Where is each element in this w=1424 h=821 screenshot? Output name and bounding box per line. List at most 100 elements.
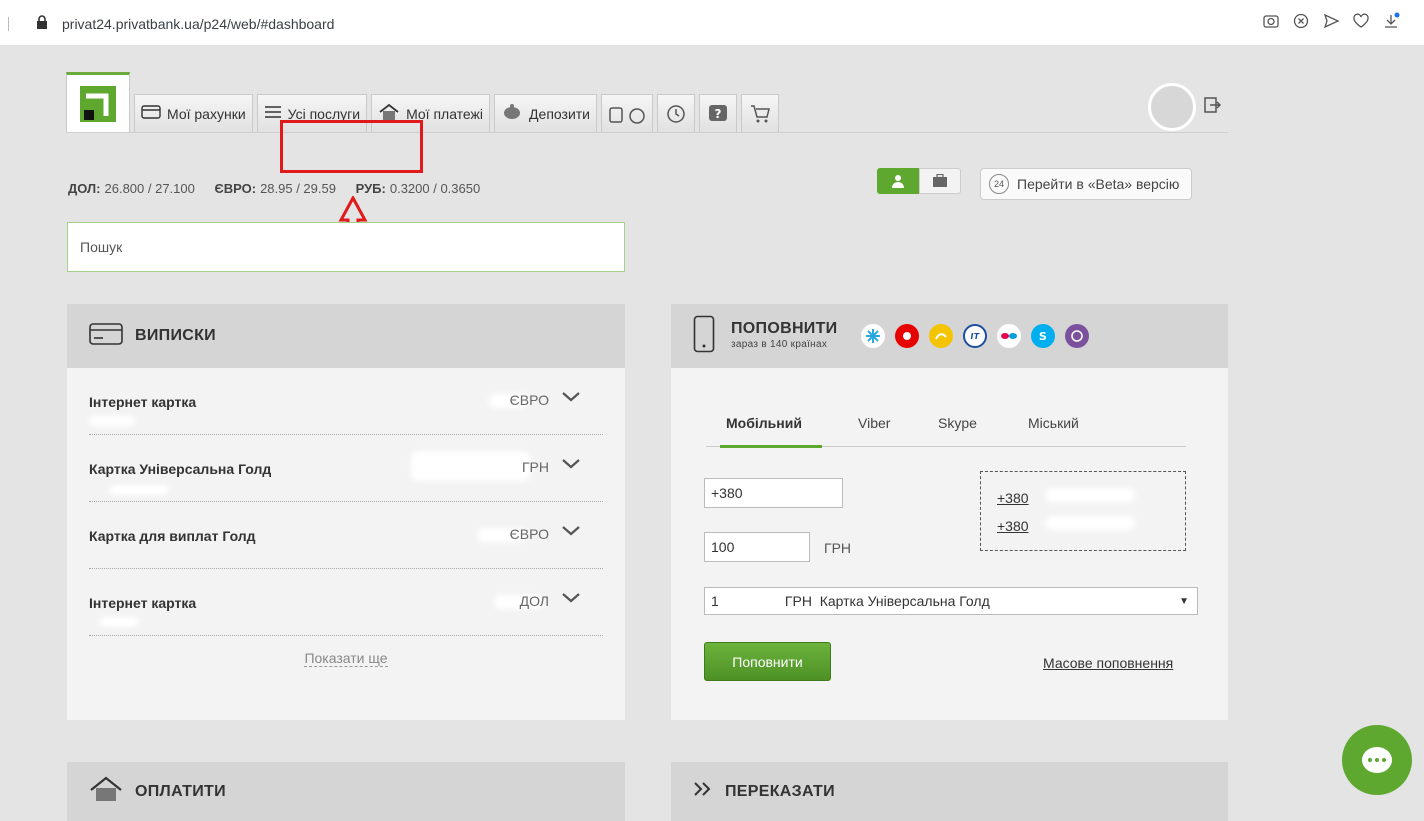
url-text[interactable]: privat24.privatbank.ua/p24/web/#dashboar… <box>62 16 334 32</box>
logout-icon[interactable] <box>1203 96 1222 119</box>
privatbank-logo-tab[interactable] <box>66 72 130 132</box>
pay-panel: ОПЛАТИТИ <box>67 762 625 821</box>
tab-landline[interactable]: Міський <box>1028 415 1079 431</box>
send-icon[interactable] <box>1322 12 1342 32</box>
tab-my-accounts[interactable]: Мої рахунки <box>134 94 253 132</box>
chevron-down-icon[interactable] <box>561 524 581 542</box>
statements-header: ВИПИСКИ <box>67 304 625 368</box>
phone-input[interactable] <box>704 478 843 508</box>
chevron-down-icon[interactable] <box>561 591 581 609</box>
piggy-bank-icon <box>501 103 523 124</box>
account-currency: ГРН <box>521 459 549 475</box>
browser-address-bar: privat24.privatbank.ua/p24/web/#dashboar… <box>0 0 1424 46</box>
pay-header[interactable]: ОПЛАТИТИ <box>67 762 625 821</box>
account-row[interactable]: Картка Універсальна Голд ГРН <box>89 435 603 502</box>
account-type-toggle[interactable] <box>877 168 961 194</box>
account-currency: ДОЛ <box>519 593 549 609</box>
redacted-area <box>1045 516 1135 530</box>
svg-text:?: ? <box>715 107 722 121</box>
account-name: Інтернет картка <box>89 394 197 410</box>
recent-number-link[interactable]: +380 <box>997 518 1029 534</box>
account-row[interactable]: Інтернет картка ДОЛ <box>89 569 603 636</box>
pay-title: ОПЛАТИТИ <box>135 782 226 800</box>
annotation-highlight-box <box>280 120 423 173</box>
rub-rate: 0.3200 / 0.3650 <box>389 181 481 196</box>
business-icon[interactable] <box>919 168 961 194</box>
recent-number-link[interactable]: +380 <box>997 490 1029 506</box>
divider <box>66 132 1228 133</box>
travel-icon[interactable] <box>601 94 653 132</box>
chat-button[interactable] <box>1342 725 1412 795</box>
recent-numbers-box: +380 +380 <box>980 471 1186 551</box>
divider <box>8 17 9 31</box>
tab-mobile[interactable]: Мобільний <box>720 415 822 448</box>
tab-deposits[interactable]: Депозити <box>494 94 597 132</box>
chevron-down-icon[interactable] <box>561 457 581 475</box>
history-icon[interactable] <box>657 94 695 132</box>
skype-logo-icon[interactable]: S <box>1031 324 1056 348</box>
rub-label: РУБ: <box>355 181 386 196</box>
account-name: Картка для виплат Голд <box>89 528 256 544</box>
card-select[interactable]: 1 ГРН Картка Універсальна Голд ▼ <box>704 587 1198 615</box>
personal-icon[interactable] <box>877 168 919 194</box>
lock-icon <box>36 15 48 34</box>
list-icon <box>264 105 282 122</box>
redacted-area <box>89 416 135 426</box>
statements-title: ВИПИСКИ <box>135 327 216 344</box>
page: Мої рахунки Усі послуги Мої платежі Депо… <box>0 46 1424 821</box>
chevron-down-icon[interactable] <box>561 390 581 408</box>
lifecell-logo-icon[interactable] <box>929 324 954 348</box>
show-more-link[interactable]: Показати ще <box>67 636 625 667</box>
operator-logos: IT S <box>861 324 1090 348</box>
mass-topup-link[interactable]: Масове поповнення <box>1043 655 1173 671</box>
download-icon[interactable] <box>1382 12 1402 32</box>
beta-badge: 24 <box>989 174 1009 194</box>
cart-icon[interactable] <box>741 94 779 132</box>
account-row[interactable]: Картка для виплат Голд ЄВРО <box>89 502 603 569</box>
top-navigation: Мої рахунки Усі послуги Мої платежі Депо… <box>66 70 783 132</box>
heart-icon[interactable] <box>1352 12 1372 32</box>
redacted-area <box>99 617 139 627</box>
redacted-area <box>411 451 531 481</box>
card-icon <box>141 105 161 122</box>
account-name: Картка Універсальна Голд <box>89 461 272 477</box>
topup-subtitle: зараз в 140 країнах <box>731 339 828 351</box>
topup-title-block: ПОПОВНИТИ зараз в 140 країнах <box>731 321 837 350</box>
account-currency: ЄВРО <box>509 526 549 542</box>
intertelecom-logo-icon[interactable]: IT <box>963 324 988 348</box>
eur-label: ЄВРО: <box>214 181 257 196</box>
topup-button[interactable]: Поповнити <box>704 642 831 681</box>
beta-version-label: Перейти в «Beta» версію <box>1017 176 1180 192</box>
close-circle-icon[interactable] <box>1292 12 1312 32</box>
card-select-value: 1 ГРН Картка Універсальна Голд <box>711 593 990 609</box>
exchange-rates: ДОЛ: 26.800 / 27.100 ЄВРО: 28.95 / 29.59 Р… <box>68 181 496 196</box>
search-input[interactable] <box>67 222 625 272</box>
currency-label: ГРН <box>824 540 852 556</box>
topup-header: ПОПОВНИТИ зараз в 140 країнах IT S <box>671 304 1228 368</box>
help-icon[interactable]: ? <box>699 94 737 132</box>
svg-text:S: S <box>1039 330 1047 343</box>
tab-deposits-label: Депозити <box>529 105 590 122</box>
avatar[interactable] <box>1148 83 1196 131</box>
transfer-header[interactable]: ПЕРЕКАЗАТИ <box>671 762 1228 821</box>
svg-text:IT: IT <box>971 332 980 341</box>
camera-icon[interactable] <box>1262 12 1282 32</box>
amount-input[interactable] <box>704 532 810 562</box>
account-name: Інтернет картка <box>89 595 197 611</box>
topup-panel: ПОПОВНИТИ зараз в 140 країнах IT S Мобіл… <box>671 304 1228 720</box>
tab-skype[interactable]: Skype <box>938 415 977 431</box>
account-currency: ЄВРО <box>509 392 549 408</box>
kyivstar-logo-icon[interactable] <box>861 324 886 348</box>
account-row[interactable]: Інтернет картка ЄВРО <box>89 368 603 435</box>
beta-version-button[interactable]: 24 Перейти в «Beta» версію <box>980 168 1193 200</box>
viber-logo-icon[interactable] <box>1065 324 1090 348</box>
select-arrow-icon: ▼ <box>1179 596 1189 607</box>
phone-icon <box>693 315 715 358</box>
vodafone-logo-icon[interactable] <box>895 324 920 348</box>
eur-rate: 28.95 / 29.59 <box>260 181 336 196</box>
triolan-logo-icon[interactable] <box>997 324 1022 348</box>
double-chevron-right-icon <box>693 781 713 802</box>
tab-viber[interactable]: Viber <box>858 415 890 431</box>
show-more-label: Показати ще <box>304 650 388 667</box>
redacted-area <box>109 485 169 495</box>
